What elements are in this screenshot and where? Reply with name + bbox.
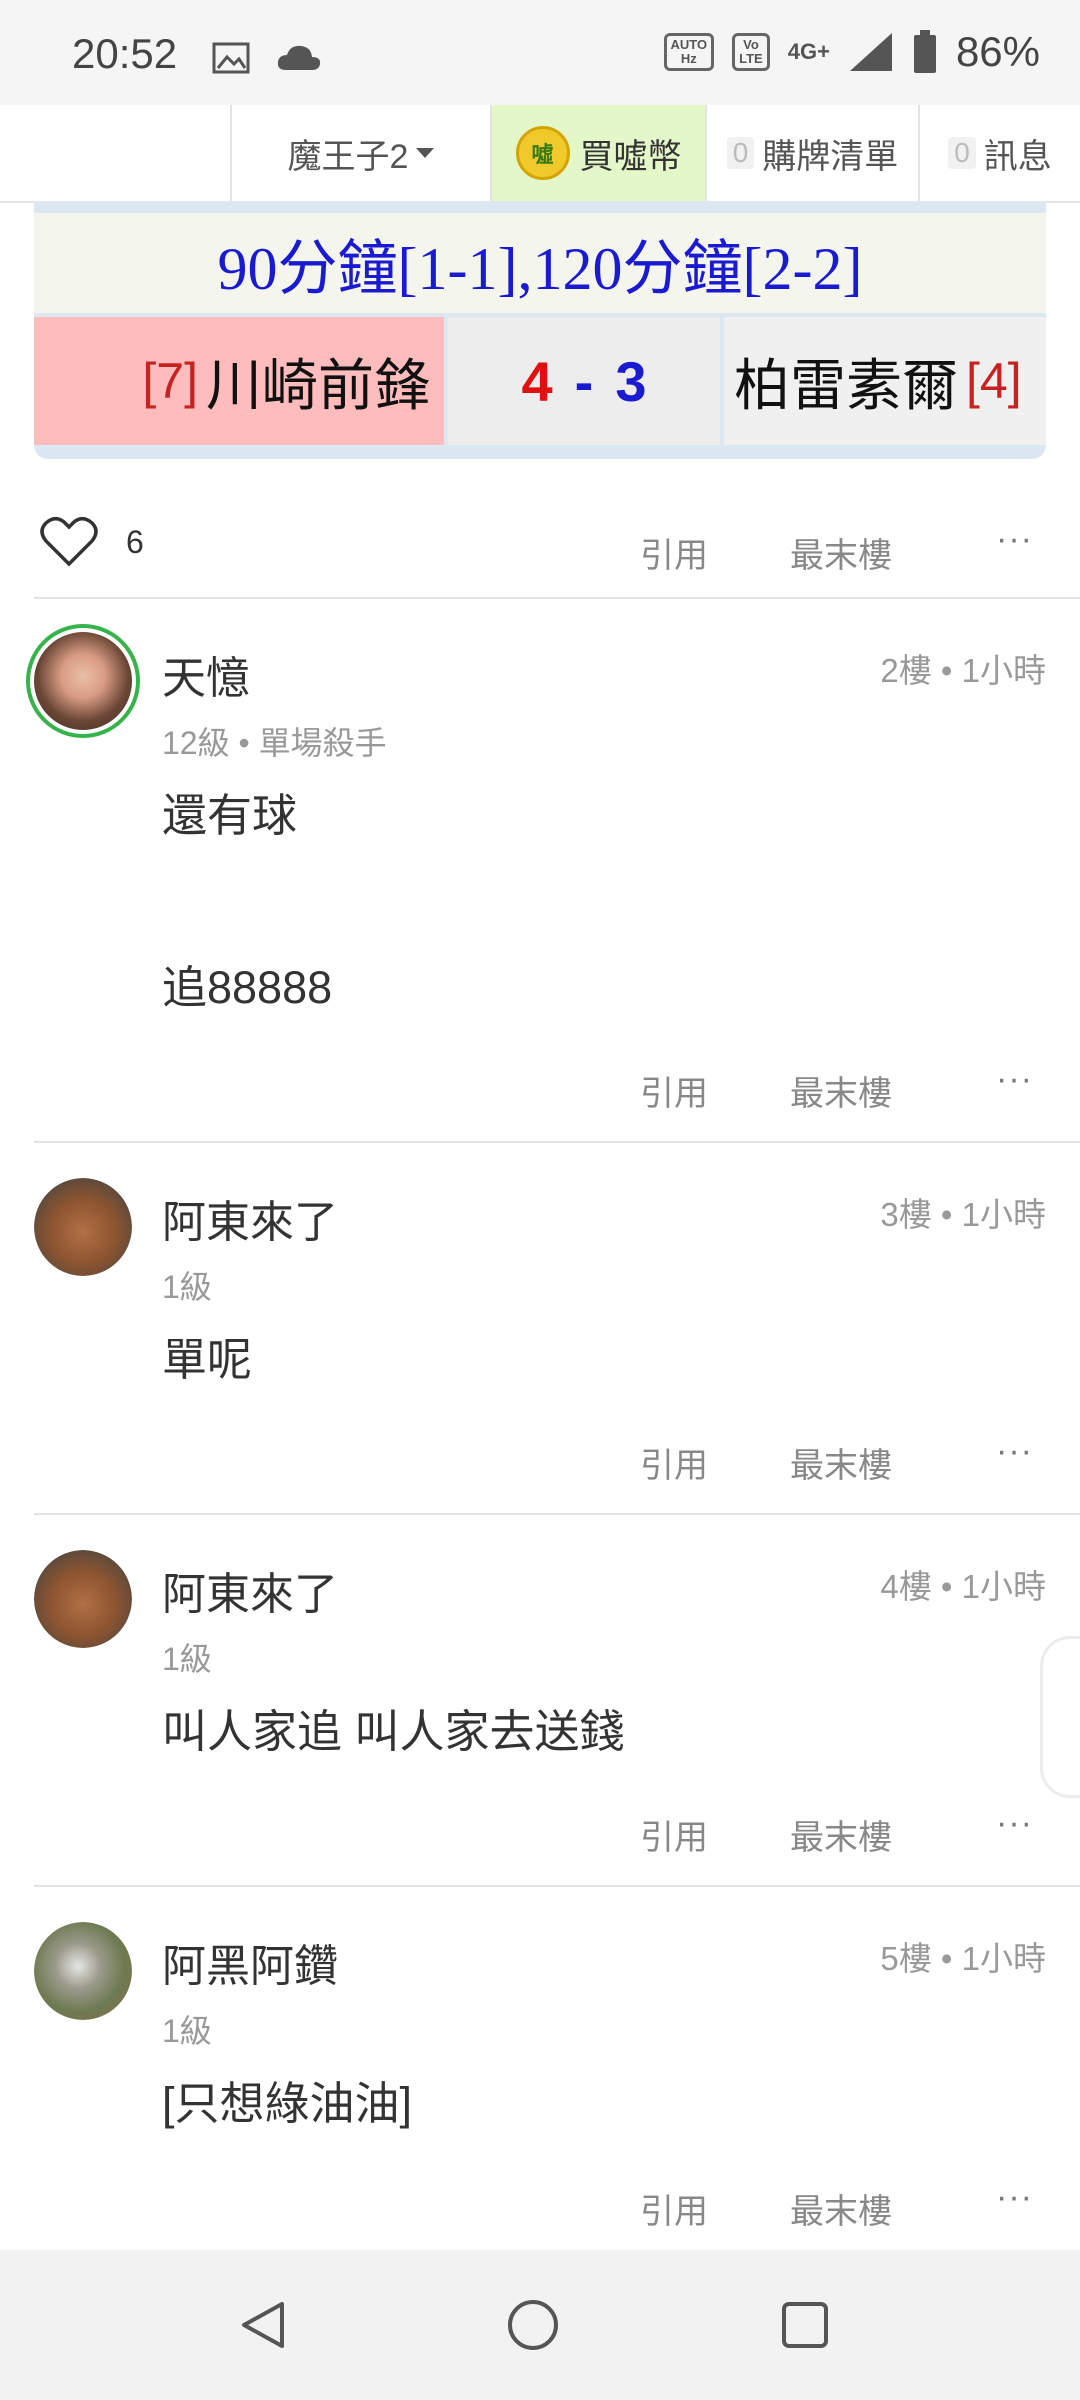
comment-body-line: 叫人家追 叫人家去送錢 bbox=[162, 1706, 625, 1757]
last-floor-button[interactable]: 最末樓 bbox=[790, 2184, 892, 2233]
away-team-name: 柏雷素爾 bbox=[734, 353, 958, 417]
buy-coin-button[interactable]: 噓 買噓幣 bbox=[490, 105, 705, 201]
auto-hz-icon: AUTO Hz bbox=[663, 33, 715, 71]
user-level: 1級 bbox=[162, 1641, 212, 1677]
comment-meta: 2樓 • 1小時 bbox=[880, 652, 1046, 689]
signal-icon bbox=[849, 33, 892, 71]
comment-body-line: [只想綠油油] bbox=[162, 2078, 413, 2129]
avatar[interactable] bbox=[34, 1922, 132, 2020]
avatar[interactable] bbox=[34, 1550, 132, 1648]
battery-percent: 86% bbox=[955, 28, 1040, 75]
quote-button[interactable]: 引用 bbox=[640, 1810, 708, 1859]
coin-icon: 噓 bbox=[515, 126, 570, 180]
user-level: 1級 bbox=[162, 2013, 212, 2049]
away-rank: [4] bbox=[966, 353, 1022, 409]
home-icon[interactable] bbox=[506, 2298, 560, 2352]
system-navigation-bar bbox=[0, 2250, 1080, 2400]
comment-meta: 4樓 • 1小時 bbox=[880, 1568, 1046, 1605]
4g-icon: 4G+ bbox=[787, 39, 830, 64]
status-icons: AUTO Hz Vo LTE 4G+ 86% bbox=[663, 24, 1040, 80]
avatar[interactable] bbox=[34, 1178, 132, 1276]
more-options-button[interactable]: ··· bbox=[996, 1060, 1033, 1099]
home-rank: [7] bbox=[142, 353, 198, 409]
quote-button[interactable]: 引用 bbox=[640, 1066, 708, 1115]
comment-meta: 5樓 • 1小時 bbox=[880, 1940, 1046, 1977]
comment-action-bar: 引用 最末樓 ··· bbox=[34, 2178, 1046, 2244]
divider bbox=[34, 1141, 1080, 1143]
heart-icon[interactable] bbox=[40, 516, 98, 568]
buy-coin-label: 買噓幣 bbox=[579, 137, 682, 176]
top-nav: 魔王子2 噓 買噓幣 0 購牌清單 0 訊息 bbox=[0, 105, 1080, 203]
recents-icon[interactable] bbox=[778, 2298, 832, 2352]
home-score: 4 bbox=[521, 349, 553, 413]
more-options-button[interactable]: ··· bbox=[996, 1432, 1033, 1471]
messages-label: 訊息 bbox=[983, 137, 1052, 176]
quote-button[interactable]: 引用 bbox=[640, 2184, 708, 2233]
more-options-button[interactable]: ··· bbox=[996, 2178, 1033, 2217]
avatar[interactable] bbox=[26, 624, 140, 738]
comment-action-bar: 引用 最末樓 ··· bbox=[34, 1432, 1046, 1498]
battery-icon bbox=[913, 30, 936, 73]
comment-author[interactable]: 阿東來了 bbox=[162, 1186, 338, 1250]
home-team: [7] 川崎前鋒 bbox=[34, 317, 444, 445]
home-team-name: 川崎前鋒 bbox=[206, 353, 430, 417]
quote-button[interactable]: 引用 bbox=[640, 1438, 708, 1487]
image-icon bbox=[212, 42, 250, 74]
divider bbox=[34, 1513, 1080, 1515]
divider bbox=[34, 1885, 1080, 1887]
last-floor-button[interactable]: 最末樓 bbox=[790, 1438, 892, 1487]
purchase-list-link[interactable]: 0 購牌清單 bbox=[705, 105, 918, 201]
post-action-bar: 6 引用 最末樓 ··· bbox=[34, 500, 1046, 590]
away-score: 3 bbox=[615, 349, 647, 413]
extra-time-result: 90分鐘[1-1],120分鐘[2-2] bbox=[34, 213, 1046, 313]
comment-author[interactable]: 阿東來了 bbox=[162, 1558, 338, 1622]
like-count: 6 bbox=[126, 524, 144, 560]
last-floor-button[interactable]: 最末樓 bbox=[790, 1066, 892, 1115]
match-score-card: 90分鐘[1-1],120分鐘[2-2] [7] 川崎前鋒 4 - 3 柏雷素爾… bbox=[34, 201, 1046, 459]
username: 魔王子2 bbox=[287, 137, 409, 176]
score-row: [7] 川崎前鋒 4 - 3 柏雷素爾 [4] bbox=[34, 317, 1046, 445]
last-floor-button[interactable]: 最末樓 bbox=[790, 528, 892, 577]
volte-icon: Vo LTE bbox=[732, 33, 770, 71]
back-icon[interactable] bbox=[236, 2298, 290, 2352]
comment-body-line: 還有球 bbox=[162, 790, 298, 841]
comment-action-bar: 引用 最末樓 ··· bbox=[34, 1804, 1046, 1870]
more-options-button[interactable]: ··· bbox=[996, 1804, 1033, 1843]
scroll-handle[interactable] bbox=[1040, 1636, 1080, 1798]
comment-meta: 3樓 • 1小時 bbox=[880, 1196, 1046, 1233]
more-options-button[interactable]: ··· bbox=[996, 520, 1033, 559]
last-floor-button[interactable]: 最末樓 bbox=[790, 1810, 892, 1859]
cart-count: 0 bbox=[726, 137, 755, 169]
message-count: 0 bbox=[948, 137, 976, 169]
chevron-down-icon bbox=[416, 148, 435, 158]
score-dash: - bbox=[574, 349, 594, 413]
user-level: 1級 bbox=[162, 1269, 212, 1305]
user-level: 12級 • 單場殺手 bbox=[162, 725, 387, 761]
user-menu[interactable]: 魔王子2 bbox=[230, 105, 490, 201]
divider bbox=[34, 597, 1080, 599]
cloud-icon bbox=[277, 45, 321, 70]
status-bar: 20:52 AUTO Hz Vo LTE 4G+ 86% bbox=[0, 0, 1080, 105]
purchase-list-label: 購牌清單 bbox=[762, 137, 899, 176]
comment-author[interactable]: 天憶 bbox=[162, 642, 250, 706]
comment-body-line: 單呢 bbox=[162, 1334, 253, 1385]
clock: 20:52 bbox=[72, 30, 178, 77]
comment-body-line: 追88888 bbox=[162, 962, 333, 1013]
away-team: 柏雷素爾 [4] bbox=[724, 317, 1046, 445]
quote-button[interactable]: 引用 bbox=[640, 528, 708, 577]
messages-link[interactable]: 0 訊息 bbox=[918, 105, 1080, 201]
comment-action-bar: 引用 最末樓 ··· bbox=[34, 1060, 1046, 1126]
comment-author[interactable]: 阿黑阿鑽 bbox=[162, 1930, 338, 1994]
final-score: 4 - 3 bbox=[448, 317, 720, 445]
